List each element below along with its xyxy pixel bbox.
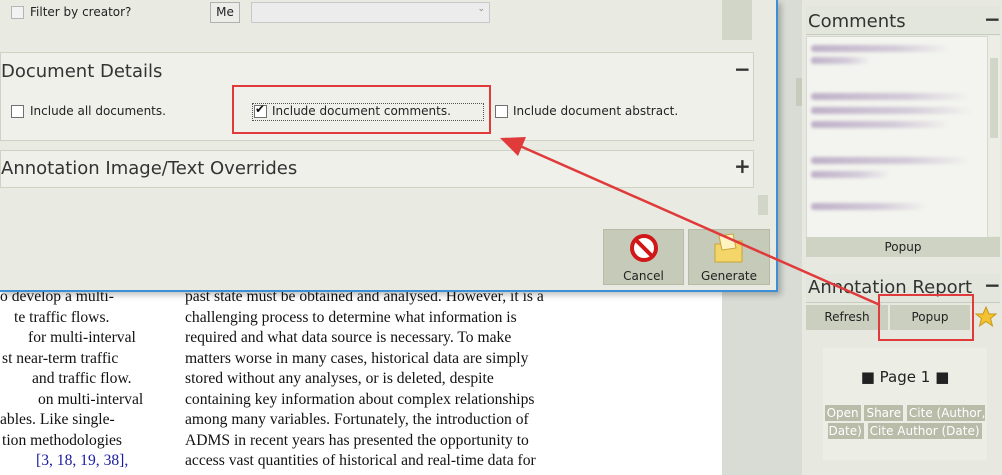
annotation-arrow bbox=[500, 137, 881, 307]
